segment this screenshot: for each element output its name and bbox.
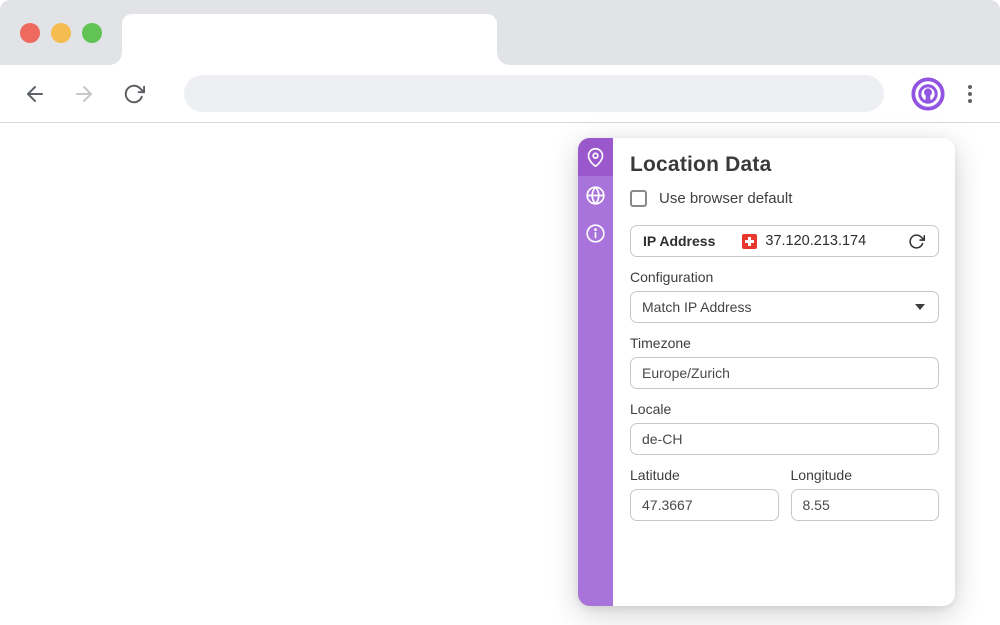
reload-button[interactable] bbox=[121, 81, 146, 107]
location-data-popup: Location Data Use browser default IP Add… bbox=[578, 138, 955, 606]
sidebar-item-info[interactable] bbox=[578, 214, 613, 252]
swiss-flag-icon bbox=[742, 233, 758, 249]
longitude-label: Longitude bbox=[790, 467, 853, 483]
location-pin-icon bbox=[587, 147, 604, 167]
browser-tab[interactable] bbox=[110, 14, 509, 65]
browser-toolbar bbox=[0, 65, 1000, 123]
maximize-window-button[interactable] bbox=[82, 23, 102, 43]
address-bar-input[interactable] bbox=[184, 75, 885, 112]
kebab-menu-icon bbox=[968, 84, 973, 103]
use-browser-default-row: Use browser default bbox=[630, 190, 939, 207]
info-icon bbox=[586, 223, 605, 243]
ip-address-value: 37.120.213.174 bbox=[765, 233, 867, 249]
refresh-icon bbox=[908, 233, 925, 249]
refresh-ip-button[interactable] bbox=[906, 231, 926, 251]
sidebar-item-browser[interactable] bbox=[578, 176, 613, 214]
popup-sidebar bbox=[578, 138, 613, 606]
locale-input[interactable] bbox=[630, 423, 939, 455]
use-browser-default-label: Use browser default bbox=[659, 190, 793, 207]
close-window-button[interactable] bbox=[20, 23, 40, 43]
browser-window: Location Data Use browser default IP Add… bbox=[0, 0, 1000, 625]
popup-body: Location Data Use browser default IP Add… bbox=[613, 138, 955, 606]
latitude-label: Latitude bbox=[630, 467, 680, 483]
chevron-down-icon bbox=[915, 304, 925, 310]
ip-address-box: IP Address 37.120.213.174 bbox=[630, 225, 939, 257]
timezone-label: Timezone bbox=[630, 335, 691, 351]
configuration-select[interactable]: Match IP Address bbox=[630, 291, 939, 323]
extension-button[interactable] bbox=[910, 76, 946, 112]
timezone-input[interactable] bbox=[630, 357, 939, 389]
browser-menu-button[interactable] bbox=[958, 82, 982, 106]
tab-strip bbox=[0, 0, 1000, 65]
minimize-window-button[interactable] bbox=[51, 23, 71, 43]
latitude-input[interactable] bbox=[630, 489, 779, 521]
popup-title: Location Data bbox=[630, 153, 772, 176]
back-arrow-icon bbox=[26, 85, 43, 102]
coordinates-row: Latitude Longitude bbox=[630, 455, 939, 521]
reload-icon bbox=[124, 84, 145, 103]
traffic-lights bbox=[20, 23, 102, 43]
configuration-selected-value: Match IP Address bbox=[642, 299, 752, 315]
sidebar-item-location[interactable] bbox=[578, 138, 613, 176]
configuration-label: Configuration bbox=[630, 269, 714, 285]
forward-button[interactable] bbox=[71, 81, 96, 107]
vytal-extension-icon bbox=[911, 76, 945, 111]
ip-address-label: IP Address bbox=[643, 233, 716, 249]
longitude-input[interactable] bbox=[790, 489, 939, 521]
globe-icon bbox=[586, 185, 605, 205]
back-button[interactable] bbox=[22, 81, 47, 107]
use-browser-default-checkbox[interactable] bbox=[630, 190, 647, 207]
locale-label: Locale bbox=[630, 401, 672, 417]
page-content: Location Data Use browser default IP Add… bbox=[0, 123, 1000, 624]
forward-arrow-icon bbox=[76, 85, 93, 102]
